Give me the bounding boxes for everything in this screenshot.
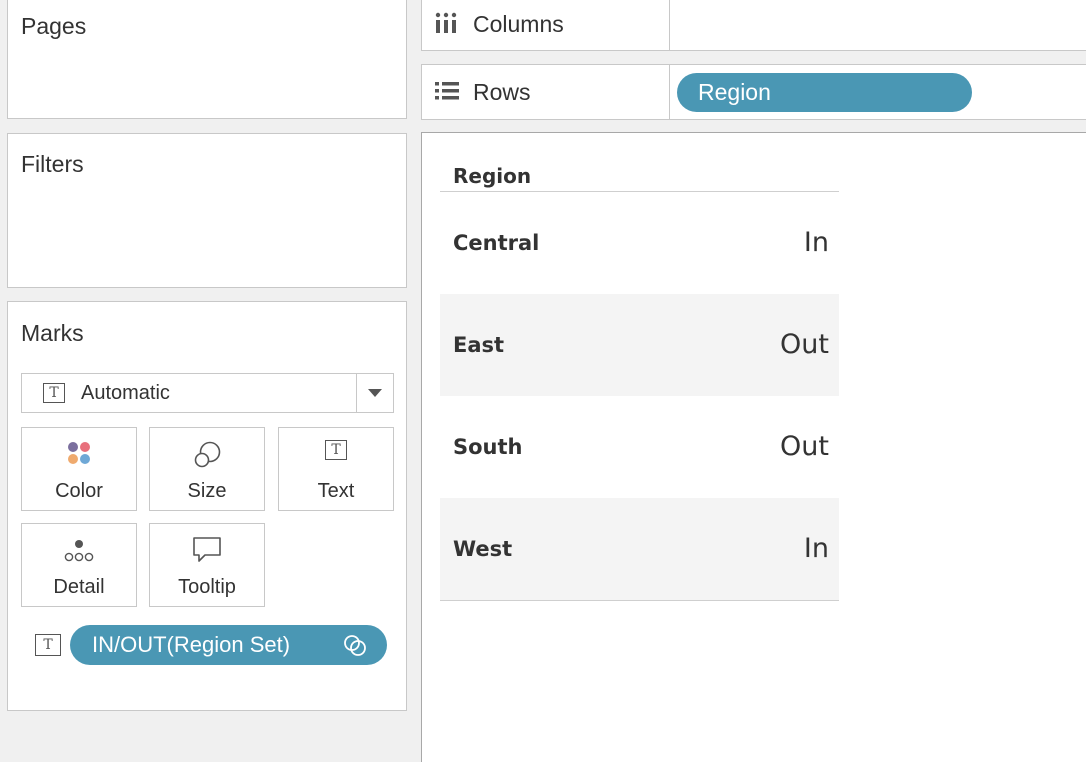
detail-button[interactable]: Detail (21, 523, 137, 607)
chevron-down-icon (368, 389, 382, 397)
pages-card[interactable]: Pages (7, 0, 407, 119)
size-label: Size (187, 480, 227, 502)
columns-label: Columns (473, 11, 564, 37)
pill-label: IN/OUT(Region Set) (92, 632, 291, 657)
mark-type-dropdown[interactable]: T Automatic (21, 373, 394, 413)
cell-value: Out (780, 329, 829, 360)
tooltip-icon (150, 536, 264, 564)
crosstab-table: Region Central In East Out South Out Wes… (440, 158, 839, 601)
filters-title: Filters (21, 151, 84, 177)
detail-label: Detail (53, 576, 105, 598)
size-button[interactable]: Size (149, 427, 265, 511)
rows-label: Rows (473, 79, 531, 105)
row-header: South (453, 435, 523, 459)
region-pill-label: Region (698, 79, 771, 105)
size-icon (150, 440, 264, 468)
table-row-south[interactable]: South Out (440, 396, 839, 498)
color-icon (22, 440, 136, 468)
marks-title: Marks (21, 320, 84, 346)
detail-icon (22, 536, 136, 564)
tooltip-label: Tooltip (178, 576, 236, 598)
row-header: Central (453, 231, 540, 255)
color-label: Color (55, 480, 103, 502)
table-bottom-border (440, 600, 839, 601)
row-header: East (453, 333, 505, 357)
pages-title: Pages (21, 13, 87, 39)
text-mark-icon: T (43, 383, 65, 403)
row-header: West (453, 537, 513, 561)
color-button[interactable]: Color (21, 427, 137, 511)
dropdown-arrow-button[interactable] (356, 374, 393, 412)
text-encoding-icon: T (35, 634, 61, 656)
cell-value: In (803, 227, 829, 258)
table-row-east[interactable]: East Out (440, 294, 839, 396)
table-row-central[interactable]: Central In (440, 192, 839, 294)
text-icon: T (325, 440, 347, 460)
region-column-header[interactable]: Region (440, 158, 839, 192)
columns-icon (435, 12, 457, 33)
mark-type-label: Automatic (81, 382, 170, 404)
text-button[interactable]: T Text (278, 427, 394, 511)
marks-card: Marks T Automatic Color Size T Text Deta… (7, 301, 407, 711)
in-out-region-set-pill[interactable]: IN/OUT(Region Set) (70, 625, 387, 665)
viz-view: Region Central In East Out South Out Wes… (421, 132, 1086, 762)
set-icon (344, 635, 366, 656)
tooltip-button[interactable]: Tooltip (149, 523, 265, 607)
rows-shelf[interactable]: Rows Region (421, 64, 1086, 120)
filters-card[interactable]: Filters (7, 133, 407, 288)
rows-icon (435, 82, 459, 100)
text-label: Text (317, 480, 355, 502)
cell-value: In (803, 533, 829, 564)
region-pill[interactable]: Region (677, 73, 972, 112)
table-row-west[interactable]: West In (440, 498, 839, 600)
columns-shelf[interactable]: Columns (421, 0, 1086, 51)
cell-value: Out (780, 431, 829, 462)
